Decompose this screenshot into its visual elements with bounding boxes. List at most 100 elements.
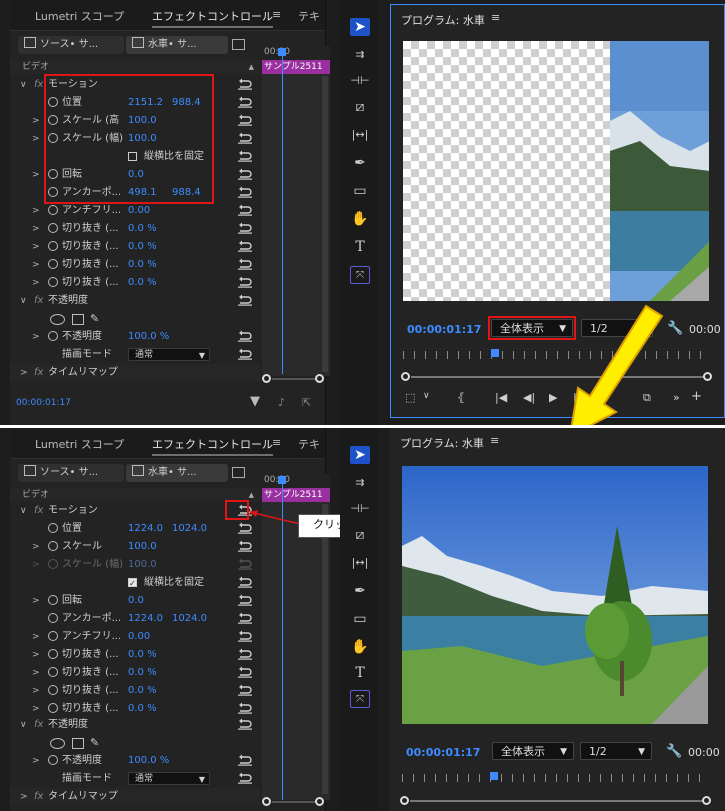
rectangle-tool-icon[interactable]: ▭ [350, 610, 370, 628]
crop-value[interactable]: 0.0 % [128, 256, 157, 274]
reset-icon[interactable] [238, 204, 252, 216]
tab-lumetri-scopes[interactable]: Lumetri スコープ [35, 8, 124, 24]
stopwatch-icon[interactable] [48, 595, 58, 605]
reset-icon[interactable] [238, 684, 252, 696]
ripple-edit-tool-icon[interactable]: ⊣⊢ [350, 500, 370, 518]
stopwatch-icon[interactable] [48, 631, 58, 641]
panel-menu-icon[interactable]: ≡ [272, 436, 281, 449]
show-timeline-icon[interactable] [232, 467, 245, 478]
crop-value[interactable]: 0.0 % [128, 646, 157, 664]
motion-tool-icon[interactable]: ⤧ [350, 690, 370, 708]
source-clip-selector[interactable]: ソース• サ... [18, 464, 124, 482]
zoom-handle-left[interactable] [262, 797, 271, 806]
panel-menu-icon[interactable]: ≡ [272, 8, 281, 21]
sequence-clip-selector[interactable]: 水車• サ... [126, 464, 228, 482]
collapse-icon[interactable]: ▲ [249, 488, 254, 502]
blend-mode-select[interactable]: 通常 ▼ [128, 348, 210, 361]
reset-icon[interactable] [238, 330, 252, 342]
play-icon[interactable]: ▶ [549, 391, 557, 404]
stopwatch-icon[interactable] [48, 685, 58, 695]
pen-mask-icon[interactable]: ✎ [90, 734, 99, 752]
zoom-level-select[interactable]: 全体表示 ▼ [492, 742, 574, 760]
crop-value[interactable]: 0.0 % [128, 274, 157, 292]
time-remap-row[interactable]: > fx タイムリマップ [10, 788, 260, 806]
chevron-down-icon[interactable]: ∨ [20, 716, 27, 734]
timeline-ruler[interactable]: 00:00 [262, 46, 330, 60]
tab-effect-controls[interactable]: エフェクトコントロール [152, 436, 273, 456]
ec-timecode[interactable]: 00:00:01:17 [16, 398, 71, 408]
uniform-scale-checkbox[interactable] [128, 575, 137, 593]
stopwatch-icon[interactable] [48, 613, 58, 623]
chevron-right-icon[interactable]: > [32, 538, 40, 556]
fx-icon[interactable]: fx [34, 76, 43, 94]
chevron-down-icon[interactable]: ∨ [20, 76, 27, 94]
program-playhead[interactable] [490, 772, 498, 780]
slip-tool-icon[interactable]: |↔| [350, 554, 370, 572]
reset-icon[interactable] [238, 772, 252, 784]
tab-lumetri-scopes[interactable]: Lumetri スコープ [35, 436, 124, 452]
reset-icon[interactable] [238, 78, 252, 90]
zoom-bar[interactable] [272, 378, 316, 380]
stopwatch-icon[interactable] [48, 523, 58, 533]
type-tool-icon[interactable]: T [350, 238, 370, 256]
reset-icon[interactable] [238, 294, 252, 306]
chevron-down-icon[interactable]: ∨ [20, 502, 27, 520]
timeline-clip[interactable]: サンプル2511 [262, 488, 330, 502]
go-to-in-icon[interactable]: |◀ [495, 391, 507, 404]
playhead-handle[interactable] [278, 48, 286, 56]
pen-mask-icon[interactable]: ✎ [90, 310, 99, 328]
reset-icon[interactable] [238, 666, 252, 678]
reset-icon[interactable] [238, 168, 252, 180]
reset-icon[interactable] [238, 150, 252, 162]
reset-icon[interactable] [238, 594, 252, 606]
rotation-value[interactable]: 0.0 [128, 592, 144, 610]
reset-icon[interactable] [238, 612, 252, 624]
stopwatch-icon[interactable] [48, 277, 58, 287]
chevron-right-icon[interactable]: > [32, 646, 40, 664]
stopwatch-icon[interactable] [48, 703, 58, 713]
opacity-effect-row[interactable]: ∨ fx 不透明度 [10, 716, 260, 734]
program-viewer[interactable] [403, 41, 709, 301]
timeline-scrollbar[interactable] [322, 504, 328, 794]
chevron-down-icon[interactable]: ∨ [20, 292, 27, 310]
reset-icon[interactable] [238, 630, 252, 642]
stopwatch-icon[interactable] [48, 755, 58, 765]
chevron-right-icon[interactable]: > [20, 788, 28, 806]
stopwatch-icon[interactable] [48, 649, 58, 659]
export-icon[interactable]: ⇱ [302, 396, 311, 409]
chevron-right-icon[interactable]: > [20, 364, 28, 382]
program-timecode[interactable]: 00:00:01:17 [407, 323, 481, 336]
rectangle-mask-icon[interactable] [72, 738, 84, 749]
timeline-clip[interactable]: サンプル2511 [262, 60, 330, 74]
reset-icon[interactable] [238, 754, 252, 766]
chevron-right-icon[interactable]: > [32, 220, 40, 238]
add-button-icon[interactable]: + [691, 389, 702, 404]
anti-flicker-value[interactable]: 0.00 [128, 202, 150, 220]
program-scrollbar[interactable] [410, 800, 704, 802]
motion-effect-row[interactable]: ∨ fx モーション [10, 502, 260, 520]
type-tool-icon[interactable]: T [350, 664, 370, 682]
collapse-icon[interactable]: ▲ [249, 60, 254, 74]
panel-menu-icon[interactable]: ≡ [491, 11, 500, 24]
program-timecode[interactable]: 00:00:01:17 [406, 746, 480, 759]
slip-tool-icon[interactable]: |↔| [350, 126, 370, 144]
tab-overflow[interactable]: テキ [298, 8, 320, 24]
program-playhead[interactable] [491, 349, 499, 357]
chevron-right-icon[interactable]: > [32, 202, 40, 220]
stopwatch-icon[interactable] [48, 205, 58, 215]
anchor-y-value[interactable]: 1024.0 [172, 610, 207, 628]
fx-icon[interactable]: fx [34, 502, 43, 520]
panel-menu-icon[interactable]: ≡ [490, 434, 499, 447]
ellipse-mask-icon[interactable] [50, 738, 65, 749]
reset-icon[interactable] [238, 718, 252, 730]
motion-tool-icon[interactable]: ⤧ [350, 266, 370, 284]
fx-icon[interactable]: fx [34, 716, 43, 734]
timeline-scrollbar[interactable] [322, 76, 328, 372]
stopwatch-icon[interactable] [48, 223, 58, 233]
zoom-handle-right[interactable] [315, 374, 324, 383]
tab-effect-controls[interactable]: エフェクトコントロール [152, 8, 273, 28]
razor-tool-icon[interactable]: ⧄ [350, 98, 370, 116]
tab-overflow[interactable]: テキ [298, 436, 320, 452]
chevron-right-icon[interactable]: > [32, 130, 40, 148]
chevron-right-icon[interactable]: > [32, 112, 40, 130]
